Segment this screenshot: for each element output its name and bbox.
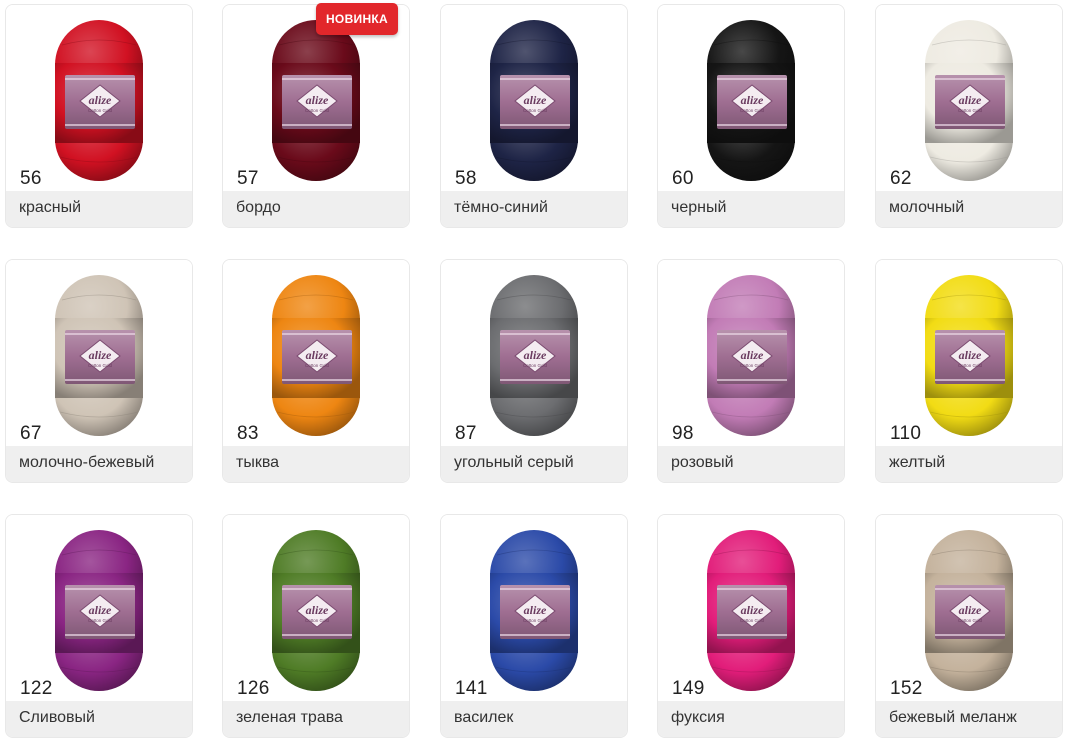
color-name: тёмно-синий xyxy=(454,199,548,216)
color-name: фуксия xyxy=(671,709,725,726)
skein-product: Cotton Gold xyxy=(305,108,330,113)
color-label-bar: молочный xyxy=(876,191,1062,227)
color-name: желтый xyxy=(889,454,946,471)
color-card-141[interactable]: alize Cotton Gold 141 василек xyxy=(440,514,628,738)
skein-product: Cotton Gold xyxy=(958,108,983,113)
color-number: 67 xyxy=(20,423,42,444)
color-label-bar: угольный серый xyxy=(441,446,627,482)
color-number: 57 xyxy=(237,168,259,189)
color-name: бежевый меланж xyxy=(889,709,1017,726)
color-card-62[interactable]: alize Cotton Gold 62 молочный xyxy=(875,4,1063,228)
color-number: 98 xyxy=(672,423,694,444)
color-card-83[interactable]: alize Cotton Gold 83 тыква xyxy=(222,259,410,483)
new-badge: НОВИНКА xyxy=(316,3,398,35)
skein-brand: alize xyxy=(959,603,982,617)
color-card-110[interactable]: alize Cotton Gold 110 желтый xyxy=(875,259,1063,483)
skein-product: Cotton Gold xyxy=(523,363,548,368)
color-name: бордо xyxy=(236,199,281,216)
color-number: 87 xyxy=(455,423,477,444)
color-label-bar: василек xyxy=(441,701,627,737)
color-number: 60 xyxy=(672,168,694,189)
skein-product: Cotton Gold xyxy=(740,618,765,623)
color-name: Сливовый xyxy=(19,709,95,726)
skein-product: Cotton Gold xyxy=(523,618,548,623)
color-card-152[interactable]: alize Cotton Gold 152 бежевый меланж xyxy=(875,514,1063,738)
color-name: василек xyxy=(454,709,514,726)
color-number: 110 xyxy=(890,423,922,444)
color-label-bar: Сливовый xyxy=(6,701,192,737)
color-name: черный xyxy=(671,199,727,216)
skein-product: Cotton Gold xyxy=(305,618,330,623)
skein-brand: alize xyxy=(524,603,547,617)
skein-brand: alize xyxy=(741,603,764,617)
skein-product: Cotton Gold xyxy=(523,108,548,113)
color-name: розовый xyxy=(671,454,734,471)
color-name: тыква xyxy=(236,454,280,471)
color-card-122[interactable]: alize Cotton Gold 122 Сливовый xyxy=(5,514,193,738)
skein-product: Cotton Gold xyxy=(958,618,983,623)
color-label-bar: бордо xyxy=(223,191,409,227)
color-label-bar: красный xyxy=(6,191,192,227)
skein-brand: alize xyxy=(306,348,329,362)
skein-brand: alize xyxy=(306,603,329,617)
color-card-67[interactable]: alize Cotton Gold 67 молочно-бежевый xyxy=(5,259,193,483)
color-card-56[interactable]: alize Cotton Gold 56 красный xyxy=(5,4,193,228)
skein-brand: alize xyxy=(959,348,982,362)
skein-brand: alize xyxy=(741,93,764,107)
color-grid: alize Cotton Gold 56 красный alize Cotto… xyxy=(0,0,1071,743)
color-number: 83 xyxy=(237,423,259,444)
color-name: молочный xyxy=(889,199,965,216)
skein-product: Cotton Gold xyxy=(88,108,113,113)
skein-product: Cotton Gold xyxy=(740,108,765,113)
color-card-58[interactable]: alize Cotton Gold 58 тёмно-синий xyxy=(440,4,628,228)
color-number: 58 xyxy=(455,168,477,189)
color-number: 141 xyxy=(455,678,488,699)
skein-brand: alize xyxy=(741,348,764,362)
color-card-98[interactable]: alize Cotton Gold 98 розовый xyxy=(657,259,845,483)
skein-brand: alize xyxy=(959,93,982,107)
skein-brand: alize xyxy=(306,93,329,107)
skein-brand: alize xyxy=(89,603,112,617)
color-label-bar: тыква xyxy=(223,446,409,482)
color-number: 126 xyxy=(237,678,270,699)
skein-brand: alize xyxy=(89,348,112,362)
skein-product: Cotton Gold xyxy=(305,363,330,368)
color-card-149[interactable]: alize Cotton Gold 149 фуксия xyxy=(657,514,845,738)
skein-brand: alize xyxy=(524,93,547,107)
color-name: зеленая трава xyxy=(236,709,343,726)
color-card-126[interactable]: alize Cotton Gold 126 зеленая трава xyxy=(222,514,410,738)
color-label-bar: фуксия xyxy=(658,701,844,737)
color-number: 122 xyxy=(20,678,53,699)
color-label-bar: тёмно-синий xyxy=(441,191,627,227)
skein-product: Cotton Gold xyxy=(958,363,983,368)
color-card-57[interactable]: alize Cotton Gold 57 бордо xyxy=(222,4,410,228)
color-number: 62 xyxy=(890,168,912,189)
color-name: красный xyxy=(19,199,82,216)
color-number: 152 xyxy=(890,678,923,699)
color-name: молочно-бежевый xyxy=(19,454,155,471)
color-label-bar: молочно-бежевый xyxy=(6,446,192,482)
color-number: 149 xyxy=(672,678,705,699)
color-name: угольный серый xyxy=(454,454,574,471)
skein-brand: alize xyxy=(89,93,112,107)
color-card-60[interactable]: alize Cotton Gold 60 черный xyxy=(657,4,845,228)
color-number: 56 xyxy=(20,168,42,189)
skein-product: Cotton Gold xyxy=(88,363,113,368)
skein-product: Cotton Gold xyxy=(740,363,765,368)
color-label-bar: розовый xyxy=(658,446,844,482)
color-label-bar: бежевый меланж xyxy=(876,701,1062,737)
color-card-87[interactable]: alize Cotton Gold 87 угольный серый xyxy=(440,259,628,483)
color-label-bar: зеленая трава xyxy=(223,701,409,737)
skein-product: Cotton Gold xyxy=(88,618,113,623)
color-label-bar: желтый xyxy=(876,446,1062,482)
color-label-bar: черный xyxy=(658,191,844,227)
skein-brand: alize xyxy=(524,348,547,362)
